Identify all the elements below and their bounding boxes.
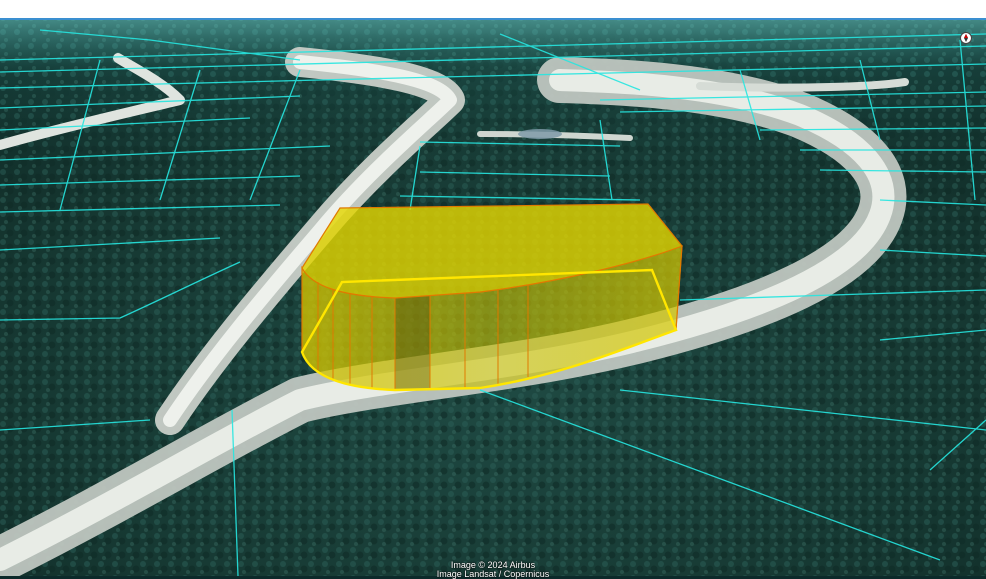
compass-icon xyxy=(964,34,968,42)
map-3d-viewport[interactable] xyxy=(0,0,986,576)
imagery-attribution-secondary: Image Landsat / Copernicus xyxy=(436,569,550,579)
pond xyxy=(518,129,562,139)
polygon-wall-shadow xyxy=(395,296,430,390)
compass-control[interactable] xyxy=(960,32,972,44)
